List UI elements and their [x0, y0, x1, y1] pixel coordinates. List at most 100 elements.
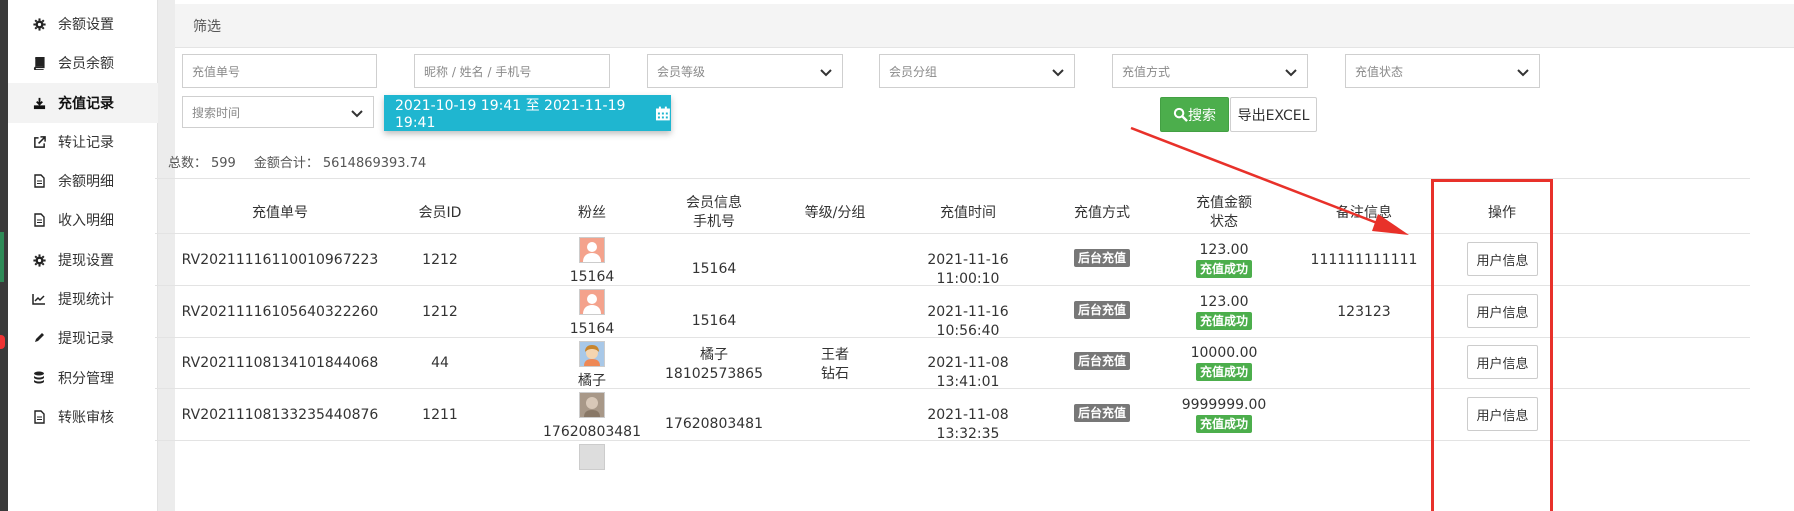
sidebar-item-label: 转让记录: [58, 135, 114, 151]
row2-phone: 15164: [691, 313, 737, 329]
file-icon: [30, 211, 48, 229]
external-link-icon: [30, 133, 48, 151]
sidebar-item-label: 会员余额: [58, 56, 114, 72]
member-search-input[interactable]: 昵称 / 姓名 / 手机号: [414, 54, 610, 88]
select-value: 充值状态: [1355, 64, 1404, 79]
date-range-picker[interactable]: 2021-10-19 19:41 至 2021-11-19 19:41: [384, 95, 671, 131]
total-value: 599: [211, 156, 236, 171]
notification-dot: [0, 335, 5, 349]
export-excel-button[interactable]: 导出EXCEL: [1230, 97, 1317, 132]
header-amount-line2: 状态: [1210, 214, 1238, 230]
member-level-select[interactable]: 会员等级: [647, 54, 843, 88]
row2-order-no: RV20211116105640322260: [181, 304, 379, 320]
row4-method: 后台充值: [1042, 404, 1162, 423]
amount-label: 金额合计：: [253, 156, 319, 171]
method-tag: 后台充值: [1073, 301, 1130, 319]
sidebar-item-balance-settings[interactable]: 余额设置: [8, 4, 158, 44]
chevron-down-icon: [820, 69, 832, 77]
input-placeholder: 昵称 / 姓名 / 手机号: [424, 64, 532, 79]
active-indicator: [0, 232, 4, 282]
sidebar-item-label: 转账审核: [58, 410, 114, 426]
select-value: 会员等级: [657, 64, 706, 79]
recharge-no-input[interactable]: 充值单号: [182, 54, 377, 88]
header-member-id: 会员ID: [418, 205, 462, 221]
sidebar-item-member-balance[interactable]: 会员余额: [8, 43, 158, 83]
gear-icon: [30, 251, 48, 269]
sidebar-item-label: 提现设置: [58, 253, 114, 269]
file-icon: [30, 408, 48, 426]
row2-method: 后台充值: [1042, 301, 1162, 320]
row3-amount: 10000.00 充值成功: [1164, 344, 1284, 382]
recharge-method-select[interactable]: 充值方式: [1112, 54, 1308, 88]
select-value: 充值方式: [1122, 64, 1171, 79]
chevron-down-icon: [351, 110, 363, 118]
annotation-highlight-box: [1431, 179, 1553, 511]
status-badge: 充值成功: [1195, 415, 1252, 433]
sidebar-item-label: 充值记录: [58, 96, 114, 112]
book-icon: [30, 54, 48, 72]
search-icon: [1173, 107, 1188, 122]
sidebar-item-withdraw-settings[interactable]: 提现设置: [8, 240, 158, 280]
avatar: [579, 341, 605, 367]
row3-time: 2021-11-08 13:41:01: [927, 355, 1009, 390]
sidebar-item-withdraw-stats[interactable]: 提现统计: [8, 279, 158, 319]
row4-phone: 17620803481: [665, 416, 763, 432]
sidebar-item-income-detail[interactable]: 收入明细: [8, 200, 158, 240]
line-chart-icon: [30, 290, 48, 308]
header-level-group: 等级/分组: [804, 205, 866, 221]
member-group-select[interactable]: 会员分组: [879, 54, 1075, 88]
header-member-info: 会员信息 手机号: [654, 194, 774, 232]
amount-value: 10000.00: [1190, 345, 1258, 361]
row3-member-info: 橘子 18102573865: [654, 346, 774, 384]
header-member-info-line2: 手机号: [693, 214, 735, 230]
sidebar-item-transfer-records[interactable]: 转让记录: [8, 122, 158, 162]
header-fans: 粉丝: [578, 205, 606, 221]
avatar: [579, 289, 605, 315]
sidebar-item-recharge-records[interactable]: 充值记录: [8, 83, 158, 123]
row2-remark: 123123: [1337, 304, 1391, 320]
total-label: 总数：: [168, 156, 208, 171]
amount-value: 123.00: [1199, 294, 1249, 310]
database-icon: [30, 369, 48, 387]
search-time-select[interactable]: 搜索时间: [182, 96, 374, 128]
chevron-down-icon: [1517, 69, 1529, 77]
sidebar-item-withdraw-records[interactable]: 提现记录: [8, 318, 158, 358]
calendar-icon: [656, 106, 671, 120]
sidebar-item-label: 提现统计: [58, 292, 114, 308]
download-icon: [30, 94, 48, 112]
row1-order-no: RV20211116110010967223: [181, 252, 379, 268]
row3-method: 后台充值: [1042, 352, 1162, 371]
amount-value: 9999999.00: [1181, 397, 1267, 413]
search-button[interactable]: 搜索: [1160, 97, 1229, 132]
chevron-down-icon: [1285, 69, 1297, 77]
select-value: 搜索时间: [192, 105, 241, 120]
recharge-status-select[interactable]: 充值状态: [1345, 54, 1540, 88]
sidebar-item-points[interactable]: 积分管理: [8, 358, 158, 398]
row1-member-id: 1212: [422, 252, 458, 268]
pencil-icon: [30, 329, 48, 347]
status-badge: 充值成功: [1195, 260, 1252, 278]
sidebar-item-label: 提现记录: [58, 331, 114, 347]
member-group: 钻石: [821, 366, 849, 382]
row4-fan: 17620803481: [532, 392, 652, 442]
header-member-info-line1: 会员信息: [686, 195, 742, 211]
input-placeholder: 充值单号: [192, 64, 241, 79]
chevron-down-icon: [1052, 69, 1064, 77]
row1-amount: 123.00 充值成功: [1164, 241, 1284, 279]
row1-phone: 15164: [691, 261, 737, 277]
method-tag: 后台充值: [1073, 352, 1130, 370]
filter-header: 筛选: [175, 4, 1794, 48]
row2-time: 2021-11-16 10:56:40: [927, 304, 1009, 339]
button-label: 导出EXCEL: [1237, 107, 1310, 124]
header-order-no: 充值单号: [252, 205, 308, 221]
row4-member-id: 1211: [422, 407, 458, 423]
sidebar-item-label: 余额明细: [58, 174, 114, 190]
sidebar-item-transfer-review[interactable]: 转账审核: [8, 397, 158, 437]
header-remark: 备注信息: [1336, 205, 1392, 221]
row2-amount: 123.00 充值成功: [1164, 293, 1284, 331]
sidebar-item-balance-detail[interactable]: 余额明细: [8, 161, 158, 201]
header-amount-status: 充值金额 状态: [1164, 194, 1284, 232]
row4-amount: 9999999.00 充值成功: [1164, 396, 1284, 434]
button-label: 搜索: [1188, 107, 1216, 124]
sidebar-item-label: 收入明细: [58, 213, 114, 229]
